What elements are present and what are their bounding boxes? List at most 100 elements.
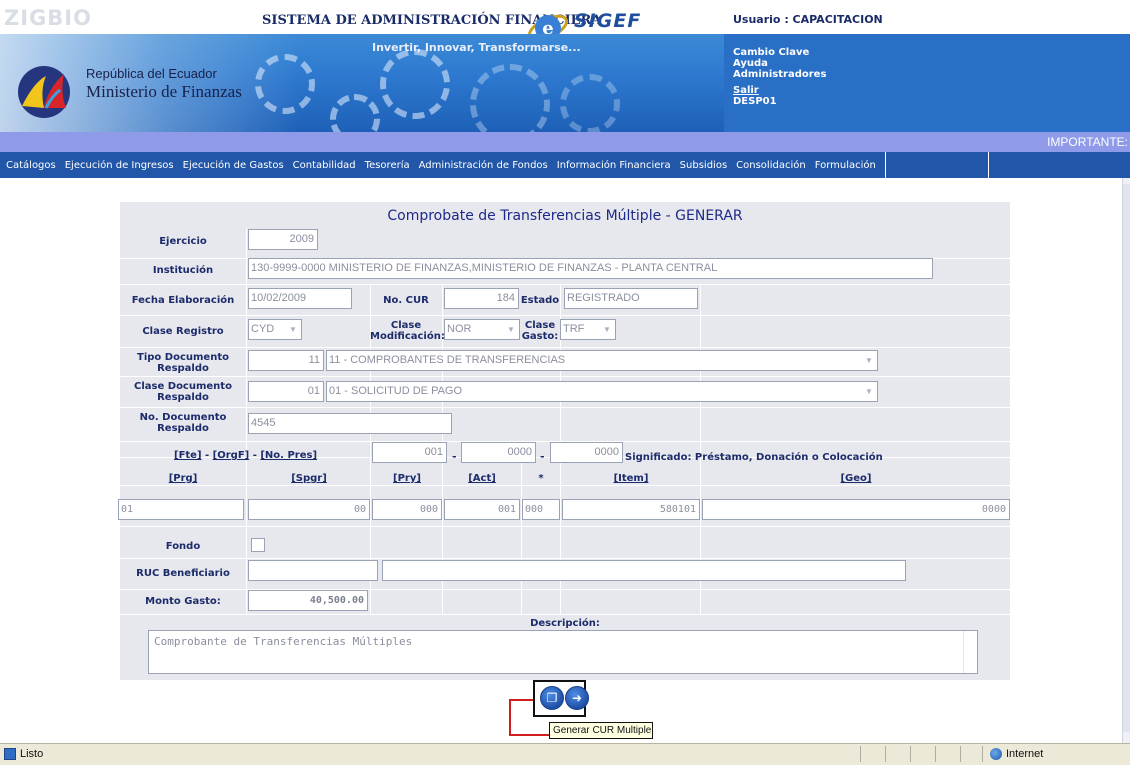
item-field[interactable]: 580101 <box>562 499 700 520</box>
header-banner: Invertir, Innovar, Transformarse... Repú… <box>0 34 1130 132</box>
chevron-down-icon[interactable]: ▼ <box>862 353 876 368</box>
orgf-field[interactable]: 0000 <box>461 442 536 463</box>
chevron-down-icon[interactable]: ▼ <box>286 322 300 337</box>
administradores-link[interactable]: Administradores <box>733 69 826 80</box>
menu-item-ejecucion-gastos[interactable]: Ejecución de Gastos <box>183 160 284 171</box>
clase-registro-select[interactable]: CYD ▼ <box>248 319 302 340</box>
ruc-beneficiario-field[interactable] <box>248 560 378 581</box>
clase-gasto-label: Clase Gasto: <box>521 320 559 342</box>
cambio-clave-link[interactable]: Cambio Clave <box>733 47 809 58</box>
institucion-label: Institución <box>152 265 214 276</box>
fte-link[interactable]: [Fte] <box>174 450 202 461</box>
beneficiario-name-field[interactable] <box>382 560 906 581</box>
menu-item-formulacion[interactable]: Formulación <box>815 160 876 171</box>
importante-marquee[interactable]: IMPORTANTE: <box>1047 135 1128 149</box>
menu-item-administracion-fondos[interactable]: Administración de Fondos <box>419 160 548 171</box>
menu-item-ejecucion-ingresos[interactable]: Ejecución de Ingresos <box>65 160 174 171</box>
col-divider <box>521 441 522 614</box>
generate-cur-button[interactable]: ❐ <box>540 686 564 710</box>
main-menu: Catálogos Ejecución de Ingresos Ejecució… <box>0 152 1130 178</box>
orgf-link[interactable]: [OrgF] <box>213 450 250 461</box>
act-column-link[interactable]: [Act] <box>444 473 520 484</box>
textarea-scrollbar[interactable] <box>963 631 977 673</box>
no-pres-link[interactable]: [No. Pres] <box>260 450 317 461</box>
menu-item-informacion-financiera[interactable]: Información Financiera <box>557 160 671 171</box>
fte-field[interactable]: 001 <box>372 442 447 463</box>
tipo-documento-code[interactable]: 11 <box>248 350 324 371</box>
tipo-documento-label: Tipo Documento Respaldo <box>137 352 229 374</box>
no-documento-field[interactable]: 4545 <box>248 413 452 434</box>
sep: - <box>201 450 213 461</box>
clase-documento-code[interactable]: 01 <box>248 381 324 402</box>
annotation-line <box>509 699 534 701</box>
prg-column-link[interactable]: [Prg] <box>120 473 246 484</box>
clase-gasto-select[interactable]: TRF ▼ <box>560 319 616 340</box>
scrollbar-thumb[interactable] <box>1123 184 1130 732</box>
globe-icon <box>990 748 1002 760</box>
estado-label: Estado <box>520 295 560 306</box>
status-divider <box>860 746 861 762</box>
ruc-beneficiario-label: RUC Beneficiario <box>136 568 230 579</box>
page-icon <box>4 748 16 760</box>
gear-decoration <box>330 94 380 132</box>
ministry-label: Ministerio de Finanzas <box>86 82 242 101</box>
tipo-documento-select[interactable]: 11 - COMPROBANTES DE TRANSFERENCIAS ▼ <box>326 350 878 371</box>
status-divider <box>885 746 886 762</box>
act-field[interactable]: 001 <box>444 499 520 520</box>
top-strip: ZIGBIO SISTEMA DE ADMINISTRACIÓN FINANCI… <box>0 0 1130 42</box>
item-column-link[interactable]: [Item] <box>562 473 700 484</box>
actions-box: ❐ ➜ <box>533 680 589 717</box>
star-field[interactable]: 000 <box>522 499 560 520</box>
menu-item-consolidacion[interactable]: Consolidación <box>736 160 806 171</box>
dash: - <box>452 450 457 463</box>
clase-documento-select[interactable]: 01 - SOLICITUD DE PAGO ▼ <box>326 381 878 402</box>
fecha-elaboracion-field[interactable]: 10/02/2009 <box>248 288 352 309</box>
menu-end-divider <box>988 152 989 178</box>
no-cur-label: No. CUR <box>383 295 429 306</box>
spgr-field[interactable]: 00 <box>248 499 370 520</box>
ejercicio-field[interactable]: 2009 <box>248 229 318 250</box>
gear-decoration <box>255 54 315 114</box>
prg-field[interactable]: 01 <box>118 499 244 520</box>
tipo-documento-value: 11 - COMPROBANTES DE TRANSFERENCIAS <box>329 354 566 366</box>
chevron-down-icon[interactable]: ▼ <box>504 322 518 337</box>
sep: - <box>249 450 261 461</box>
ayuda-link[interactable]: Ayuda <box>733 58 768 69</box>
gear-decoration <box>560 74 620 132</box>
page-scrollbar[interactable] <box>1122 178 1130 743</box>
institucion-field[interactable]: 130-9999-0000 MINISTERIO DE FINANZAS,MIN… <box>248 258 933 279</box>
clase-documento-value: 01 - SOLICITUD DE PAGO <box>329 385 463 397</box>
clase-modificacion-value: NOR <box>447 323 472 335</box>
desp-label: DESP01 <box>733 96 777 107</box>
status-divider <box>910 746 911 762</box>
menu-item-catalogos[interactable]: Catálogos <box>6 160 56 171</box>
menu-item-subsidios[interactable]: Subsidios <box>680 160 727 171</box>
no-cur-field[interactable]: 184 <box>444 288 519 309</box>
estado-field[interactable]: REGISTRADO <box>564 288 698 309</box>
row-divider <box>120 614 1010 615</box>
geo-column-link[interactable]: [Geo] <box>702 473 1010 484</box>
monto-gasto-label: Monto Gasto: <box>145 596 221 607</box>
clase-modificacion-select[interactable]: NOR ▼ <box>444 319 520 340</box>
spgr-column-link[interactable]: [Spgr] <box>248 473 370 484</box>
fondo-checkbox[interactable] <box>251 538 265 552</box>
fuente-links: [Fte] - [OrgF] - [No. Pres] <box>174 450 317 461</box>
monto-gasto-field[interactable]: 40,500.00 <box>248 590 368 611</box>
no-pres-field[interactable]: 0000 <box>550 442 623 463</box>
exit-button[interactable]: ➜ <box>565 686 589 710</box>
descripcion-textarea[interactable]: Comprobante de Transferencias Múltiples <box>148 630 978 674</box>
generate-tooltip: Generar CUR Multiple <box>549 722 653 739</box>
chevron-down-icon[interactable]: ▼ <box>862 384 876 399</box>
sigef-logo: SIGEF <box>574 10 642 32</box>
clase-modificacion-label: Clase Modificación: <box>370 320 445 342</box>
pry-field[interactable]: 000 <box>372 499 442 520</box>
form-title: Comprobate de Transferencias Múltiple - … <box>387 208 743 224</box>
menu-item-contabilidad[interactable]: Contabilidad <box>293 160 356 171</box>
geo-field[interactable]: 0000 <box>702 499 1010 520</box>
menu-item-tesoreria[interactable]: Tesorería <box>365 160 410 171</box>
pry-column-link[interactable]: [Pry] <box>372 473 442 484</box>
no-documento-label: No. Documento Respaldo <box>139 412 227 434</box>
salir-link[interactable]: Salir <box>733 85 759 96</box>
clase-gasto-value: TRF <box>563 323 585 335</box>
chevron-down-icon[interactable]: ▼ <box>600 322 614 337</box>
